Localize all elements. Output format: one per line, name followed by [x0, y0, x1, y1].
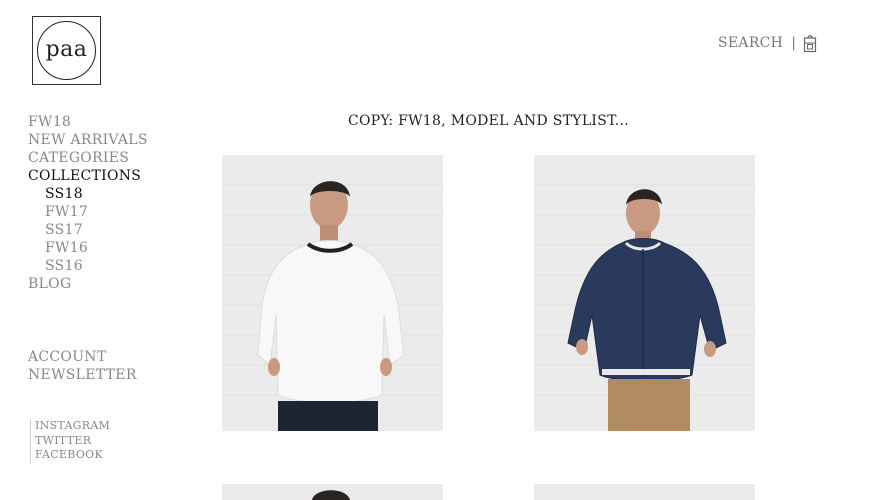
- nav-item-newsletter[interactable]: NEWSLETTER: [28, 366, 137, 384]
- nav-item-collections[interactable]: COLLECTIONS: [28, 167, 148, 185]
- product-photo-3[interactable]: [222, 484, 443, 500]
- logo-circle: paa: [37, 21, 96, 80]
- nav-subitem-ss16[interactable]: SS16: [28, 257, 148, 275]
- main-nav: FW18 NEW ARRIVALS CATEGORIES COLLECTIONS…: [28, 113, 148, 293]
- nav-item-account[interactable]: ACCOUNT: [28, 348, 137, 366]
- header-separator: |: [791, 35, 797, 51]
- navy-bomber-jacket-photo[interactable]: [534, 155, 755, 431]
- header-actions: SEARCH |: [718, 33, 817, 53]
- nav-item-categories[interactable]: CATEGORIES: [28, 149, 148, 167]
- nav-item-new-arrivals[interactable]: NEW ARRIVALS: [28, 131, 148, 149]
- white-pullover-photo[interactable]: [222, 155, 443, 431]
- nav-subitem-fw17[interactable]: FW17: [28, 203, 148, 221]
- nav-subitem-ss17[interactable]: SS17: [28, 221, 148, 239]
- nav-subitem-fw16[interactable]: FW16: [28, 239, 148, 257]
- search-link[interactable]: SEARCH: [718, 35, 783, 51]
- social-links: INSTAGRAM TWITTER FACEBOOK: [30, 419, 110, 463]
- logo[interactable]: paa: [32, 16, 101, 85]
- instagram-link[interactable]: INSTAGRAM: [35, 419, 110, 434]
- facebook-link[interactable]: FACEBOOK: [35, 448, 110, 463]
- page-title: COPY: FW18, MODEL AND STYLIST...: [348, 113, 629, 129]
- account-nav: ACCOUNT NEWSLETTER: [28, 348, 137, 384]
- nav-item-fw18[interactable]: FW18: [28, 113, 148, 131]
- product-photo-4[interactable]: [534, 484, 755, 500]
- nav-item-blog[interactable]: BLOG: [28, 275, 148, 293]
- nav-subitem-ss18[interactable]: SS18: [28, 185, 148, 203]
- shopping-bag-icon[interactable]: [803, 33, 817, 53]
- twitter-link[interactable]: TWITTER: [35, 434, 110, 449]
- logo-text: paa: [45, 36, 88, 62]
